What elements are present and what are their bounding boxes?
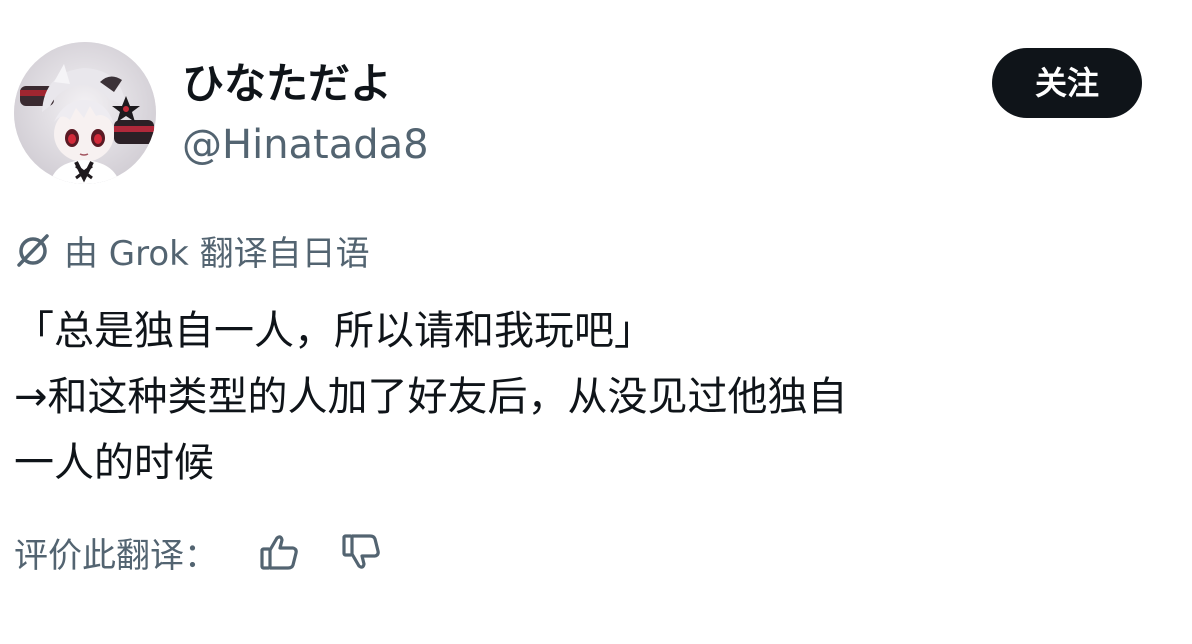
grok-icon <box>14 231 52 269</box>
rate-translation-label: 评价此翻译： <box>14 535 218 576</box>
tweet-line: 一人的时候 <box>14 440 214 486</box>
anime-avatar-icon <box>14 42 156 184</box>
display-name[interactable]: ひなただよ <box>182 56 392 112</box>
avatar[interactable] <box>14 42 156 184</box>
thumbs-up-icon[interactable] <box>258 530 302 574</box>
translation-label: 由 Grok 翻译自日语 <box>64 233 370 274</box>
tweet-line: →和这种类型的人加了好友后，从没见过他独自 <box>14 374 848 420</box>
follow-button[interactable]: 关注 <box>992 48 1142 118</box>
user-handle[interactable]: @Hinatada8 <box>182 118 429 172</box>
tweet-line: 「总是独自一人，所以请和我玩吧」 <box>14 308 654 354</box>
translation-source: 由 Grok 翻译自日语 <box>14 226 370 274</box>
thumbs-down-icon[interactable] <box>340 530 384 574</box>
rate-translation-row: 评价此翻译： <box>14 524 384 580</box>
tweet-text: 「总是独自一人，所以请和我玩吧」 →和这种类型的人加了好友后，从没见过他独自 一… <box>14 298 1174 496</box>
